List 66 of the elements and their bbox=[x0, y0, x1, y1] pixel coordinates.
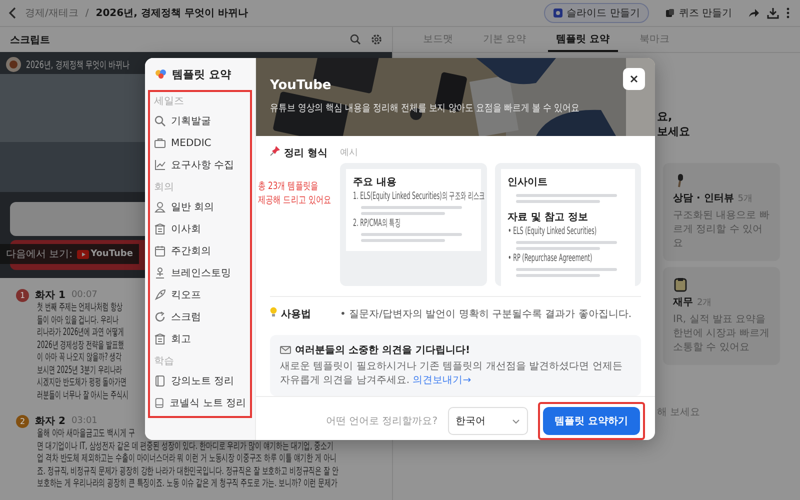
feedback-text: 새로운 템플릿이 필요하시거나 기존 템플릿의 개선점을 발견하셨다면 언제든 자유롭게 의견을 남겨주세요. 의견보내기→ bbox=[280, 360, 624, 388]
template-item[interactable]: 강의노트 정리 bbox=[154, 370, 246, 392]
page-title: 2026년, 경제정책 무엇이 바뀌나 bbox=[96, 7, 248, 20]
transcript-line: 시겠지만 반도체가 펑펑 돌아가면 bbox=[37, 377, 127, 390]
preview-item: • RP (Repurchase Agreement) bbox=[508, 253, 592, 265]
transcript-line: 면 대기업이나 IT, 삼성전자 같은 데 편중된 성장이 있다. 한마디로 우리가 많이 얘기하는 대기업, 중소기 bbox=[37, 440, 334, 453]
more-icon[interactable] bbox=[786, 7, 790, 19]
template-item[interactable]: 회고 bbox=[154, 328, 246, 350]
transcript-line: 올해 아마 새마을금고도 백시게 구 bbox=[37, 428, 135, 440]
transcript-line: 2026년 경제성장 전략을 발표했 bbox=[37, 340, 124, 352]
heading-fragment: 요, bbox=[657, 109, 674, 124]
slides-icon bbox=[552, 8, 563, 18]
speaker-badge: 2 bbox=[16, 414, 29, 428]
share-icon[interactable] bbox=[748, 8, 760, 18]
settings-icon[interactable] bbox=[371, 34, 382, 45]
slides-button[interactable]: 슬라이드 만들기 bbox=[544, 3, 649, 23]
card-title: 상담 · 인터뷰 bbox=[673, 193, 734, 204]
notebook-icon bbox=[154, 397, 165, 409]
speaker-name: 화자 1 bbox=[35, 289, 66, 302]
section-label: 사용법 bbox=[281, 308, 311, 321]
group-label: 학습 bbox=[154, 355, 175, 369]
clipboard-icon bbox=[673, 277, 688, 292]
summarize-button[interactable]: 템플릿 요약하기 bbox=[542, 407, 640, 435]
heading-fragment: 보세요 bbox=[657, 124, 691, 139]
panel-title: 스크립트 bbox=[10, 34, 51, 46]
speaker-badge: 1 bbox=[16, 288, 29, 302]
transcript-line: 러분들이 너무나 잘 아시는 주식시 bbox=[37, 390, 129, 402]
preview-item: 1. ELS(Equity Linked Securities)의 구조와 리스크 bbox=[353, 191, 485, 203]
transcript-line: 이 아마 꼭 나오지 않을까? 생각 bbox=[37, 352, 122, 364]
transcript-line: 보시면 2025년 3분기 우리나라 bbox=[37, 364, 122, 377]
preview-item: • ELS (Equity Linked Securities) bbox=[508, 226, 596, 238]
template-item[interactable]: 코넬식 노트 정리 bbox=[154, 392, 246, 414]
transcript-line: 죠. 정규직, 비정규직 문제가 굉장히 강한 나라가 대한민국입니다. 정규직은 잘 보호하고 비정규직은 잘 안 bbox=[37, 466, 338, 478]
notebook-icon bbox=[154, 375, 166, 387]
search-icon[interactable] bbox=[350, 34, 361, 45]
refresh-icon bbox=[154, 311, 166, 323]
close-button[interactable] bbox=[623, 68, 645, 90]
tab[interactable]: 템플릿 요약 bbox=[548, 27, 618, 52]
template-item[interactable]: 킥오프 bbox=[154, 284, 246, 306]
chevron-down-icon bbox=[512, 418, 520, 424]
transcript-line: 보호하는 게 우리나라의 굉장히 큰 특징이죠. 노동 이슈 같은 게 청구직 주도로 가는. 보니까? 이런 문제가 bbox=[37, 478, 338, 490]
transcript-line: 들이 아마 있을 겁니다. 우리나 bbox=[37, 314, 119, 327]
card-description: 구조화된 내용으로 빠르게 정리할 수 있어요 bbox=[673, 209, 770, 251]
preview-heading: 인사이트 bbox=[508, 177, 548, 189]
speaker-name: 화자 2 bbox=[35, 415, 66, 428]
template-item[interactable]: 스크럼 bbox=[154, 306, 246, 328]
hint-fragment: 해 보세요 bbox=[657, 406, 702, 419]
cards-icon bbox=[664, 8, 675, 18]
feedback-link[interactable]: 의견보내기→ bbox=[412, 375, 472, 386]
language-select[interactable]: 한국어 bbox=[448, 407, 528, 435]
card-title: 재무 bbox=[673, 297, 693, 308]
building-icon bbox=[154, 333, 166, 345]
usage-tip: • 질문자/답변자의 발언이 명확히 구분될수록 결과가 좋아집니다. bbox=[340, 308, 633, 321]
transcript-line: 업 격차 반도체 제외하고는 수출이 마이너스더라 뭐 이런 거 노동시장 이중구조 하루 이틀 얘기한 게 아니 bbox=[37, 453, 336, 466]
card-description: IR, 실적 발표 요약을 한번에 시장과 빠르게 소통할 수 있어요 bbox=[673, 313, 770, 355]
envelope-icon bbox=[280, 346, 291, 354]
feedback-title: 여러분들의 소중한 의견을 기다립니다! bbox=[295, 344, 470, 357]
lightbulb-icon bbox=[270, 307, 277, 317]
preview-heading: 자료 및 참고 정보 bbox=[508, 212, 589, 224]
transcript-line: 리나라가 2026년에 과연 어떻게 bbox=[37, 327, 124, 340]
close-icon bbox=[630, 75, 638, 83]
language-question: 어떤 언어로 정리할까요? bbox=[326, 415, 438, 428]
back-icon[interactable] bbox=[8, 7, 18, 19]
transcript-line: 첫 번째 주제는 언제나처럼 항상 bbox=[37, 302, 123, 314]
download-icon[interactable] bbox=[767, 7, 779, 19]
breadcrumb-separator: / bbox=[85, 8, 89, 18]
